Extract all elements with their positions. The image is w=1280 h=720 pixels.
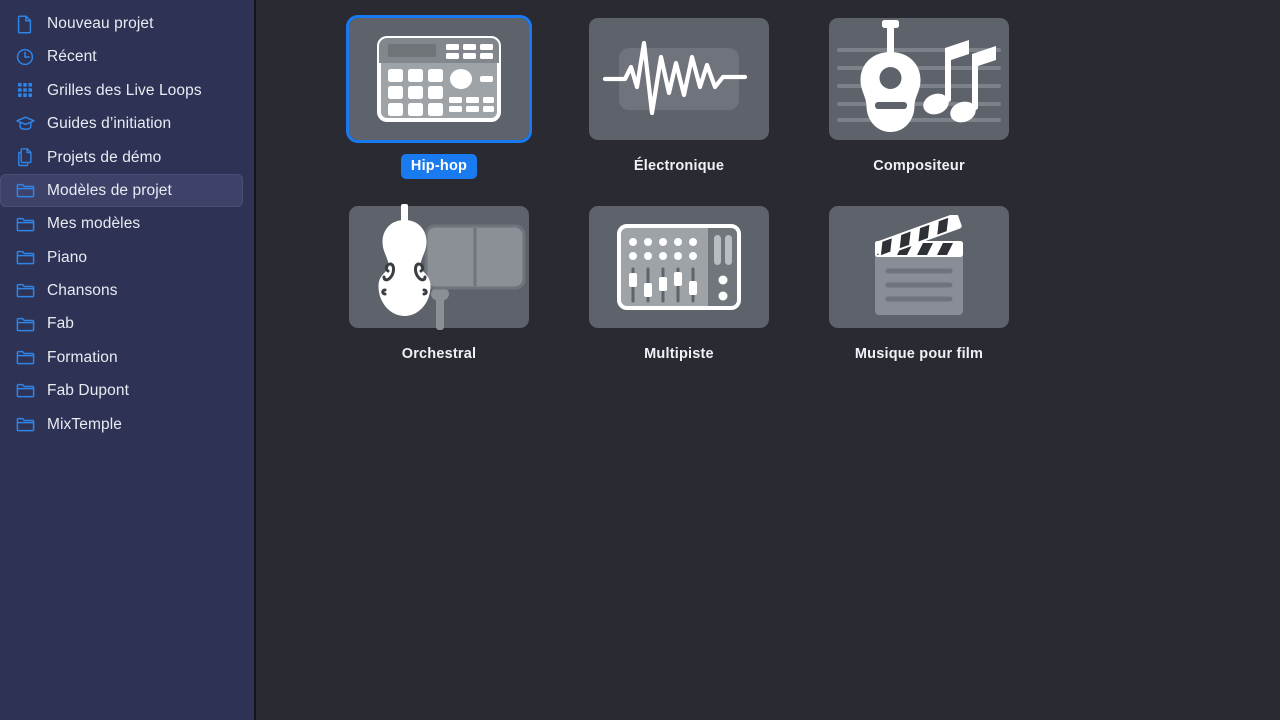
template-tile-multipiste[interactable]: Multipiste xyxy=(559,205,799,367)
template-label: Musique pour film xyxy=(854,345,984,362)
sidebar-item-label: Mes modèles xyxy=(47,215,141,233)
folder-icon xyxy=(14,180,36,202)
document-icon xyxy=(14,13,36,35)
template-thumbnail[interactable] xyxy=(589,18,769,140)
sidebar-item-label: Récent xyxy=(47,48,97,66)
sidebar-item-label: Projets de démo xyxy=(47,148,162,166)
template-tile-compositeur[interactable]: Compositeur xyxy=(799,18,1039,179)
documents-icon xyxy=(14,146,36,168)
waveform-icon xyxy=(603,27,755,131)
folder-icon xyxy=(14,280,36,302)
folder-icon xyxy=(14,413,36,435)
mixer-icon xyxy=(616,223,742,311)
sidebar-item-label: Chansons xyxy=(47,282,118,300)
folder-icon xyxy=(14,313,36,335)
sidebar-item-label: Piano xyxy=(47,248,88,266)
sidebar-item-label: Nouveau projet xyxy=(47,14,154,32)
sidebar-item-label: Formation xyxy=(47,348,118,366)
sidebar-item-label: Modèles de projet xyxy=(47,181,172,199)
sidebar-item-grilles-live-loops[interactable]: Grilles des Live Loops xyxy=(0,74,243,107)
clock-icon xyxy=(14,46,36,68)
template-grid-area: Hip-hop Électronique Compositeur Orchest… xyxy=(256,0,1280,720)
template-label: Orchestral xyxy=(401,345,477,362)
sidebar-item-nouveau-projet[interactable]: Nouveau projet xyxy=(0,7,243,40)
sidebar-item-label: MixTemple xyxy=(47,415,122,433)
sidebar-item-fab[interactable]: Fab xyxy=(0,308,243,341)
project-chooser-window: Nouveau projet Récent Grilles des Live L… xyxy=(0,0,1280,720)
sidebar: Nouveau projet Récent Grilles des Live L… xyxy=(0,0,256,720)
template-label: Compositeur xyxy=(873,158,965,174)
template-thumbnail[interactable] xyxy=(829,205,1009,328)
template-thumbnail[interactable] xyxy=(349,203,529,330)
template-tile-hip-hop[interactable]: Hip-hop xyxy=(319,15,559,179)
sidebar-item-chansons[interactable]: Chansons xyxy=(0,274,243,307)
sidebar-item-guides-initiation[interactable]: Guides d’initiation xyxy=(0,107,243,140)
template-thumbnail[interactable] xyxy=(346,15,532,143)
sidebar-item-modeles-de-projet[interactable]: Modèles de projet xyxy=(0,173,243,208)
folder-icon xyxy=(14,213,36,235)
sidebar-item-label: Grilles des Live Loops xyxy=(47,81,202,99)
graduation-cap-icon xyxy=(14,113,36,135)
template-label: Hip-hop xyxy=(400,154,478,179)
sidebar-item-mixtemple[interactable]: MixTemple xyxy=(0,408,243,441)
folder-icon xyxy=(14,347,36,369)
sidebar-item-label: Fab xyxy=(47,315,75,333)
template-tile-orchestral[interactable]: Orchestral xyxy=(319,203,559,367)
template-label: Électronique xyxy=(633,158,725,174)
folder-icon xyxy=(14,380,36,402)
folder-icon xyxy=(14,246,36,268)
template-grid: Hip-hop Électronique Compositeur Orchest… xyxy=(319,15,1259,393)
sidebar-item-label: Guides d’initiation xyxy=(47,115,172,133)
drum-machine-icon xyxy=(376,35,502,123)
sidebar-item-projets-de-demo[interactable]: Projets de démo xyxy=(0,141,243,174)
sidebar-item-mes-modeles[interactable]: Mes modèles xyxy=(0,207,243,240)
sidebar-item-formation[interactable]: Formation xyxy=(0,341,243,374)
sidebar-item-recent[interactable]: Récent xyxy=(0,40,243,73)
template-thumbnail[interactable] xyxy=(829,18,1009,140)
double-bass-icon xyxy=(350,203,528,330)
guitar-notes-icon xyxy=(833,20,1005,138)
template-tile-musique-pour-film[interactable]: Musique pour film xyxy=(799,205,1039,367)
clapperboard-icon xyxy=(857,214,981,319)
template-label: Multipiste xyxy=(644,345,714,362)
sidebar-item-fab-dupont[interactable]: Fab Dupont xyxy=(0,374,243,407)
template-tile-electronique[interactable]: Électronique xyxy=(559,18,799,179)
grid-icon xyxy=(14,79,36,101)
sidebar-item-label: Fab Dupont xyxy=(47,382,129,400)
sidebar-item-piano[interactable]: Piano xyxy=(0,241,243,274)
template-thumbnail[interactable] xyxy=(589,205,769,328)
